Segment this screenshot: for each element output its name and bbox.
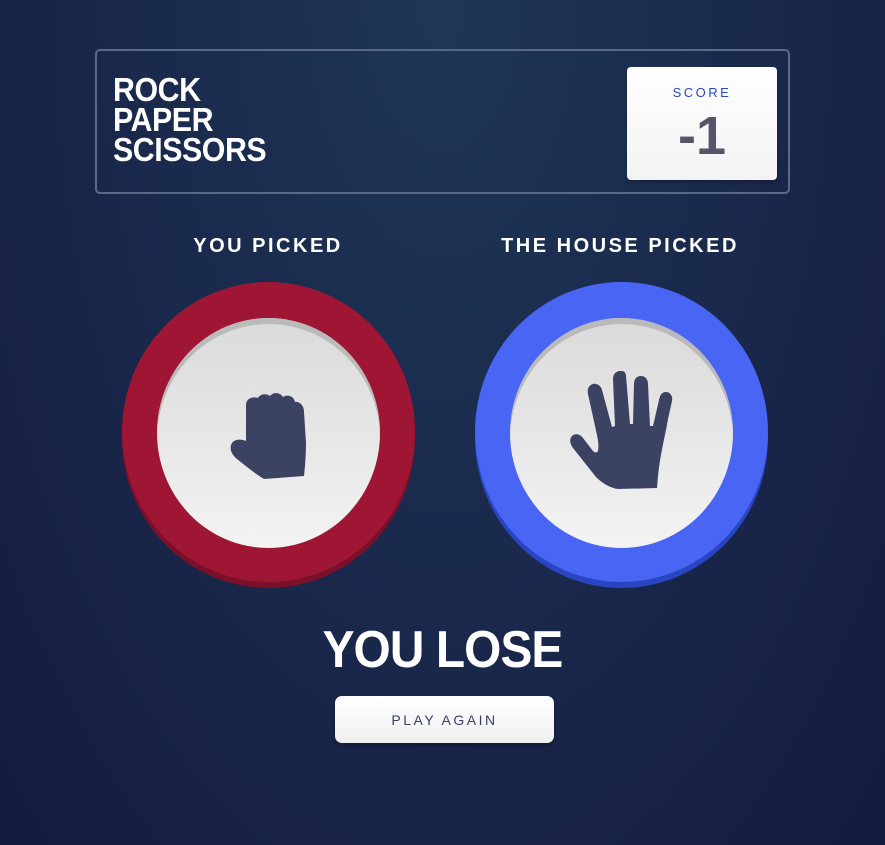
title-line-scissors: SCISSORS xyxy=(113,131,267,168)
player-rock-token xyxy=(122,282,415,582)
game-title: ROCK PAPER SCISSORS xyxy=(113,73,267,168)
house-token-face xyxy=(510,318,733,548)
score-label: SCORE xyxy=(672,85,732,100)
score-value: -1 xyxy=(677,106,726,166)
result-text: YOU LOSE xyxy=(322,621,564,679)
score-box: SCORE -1 xyxy=(627,67,777,180)
game-header: ROCK PAPER SCISSORS SCORE -1 xyxy=(95,49,790,194)
rock-fist-icon xyxy=(230,393,306,479)
paper-hand-icon xyxy=(569,371,672,489)
player-token-face xyxy=(157,318,380,548)
house-picked-label: THE HOUSE PICKED xyxy=(501,235,739,257)
you-picked-label: YOU PICKED xyxy=(193,235,343,257)
house-paper-token xyxy=(475,282,768,582)
play-again-button[interactable]: PLAY AGAIN xyxy=(335,696,554,743)
